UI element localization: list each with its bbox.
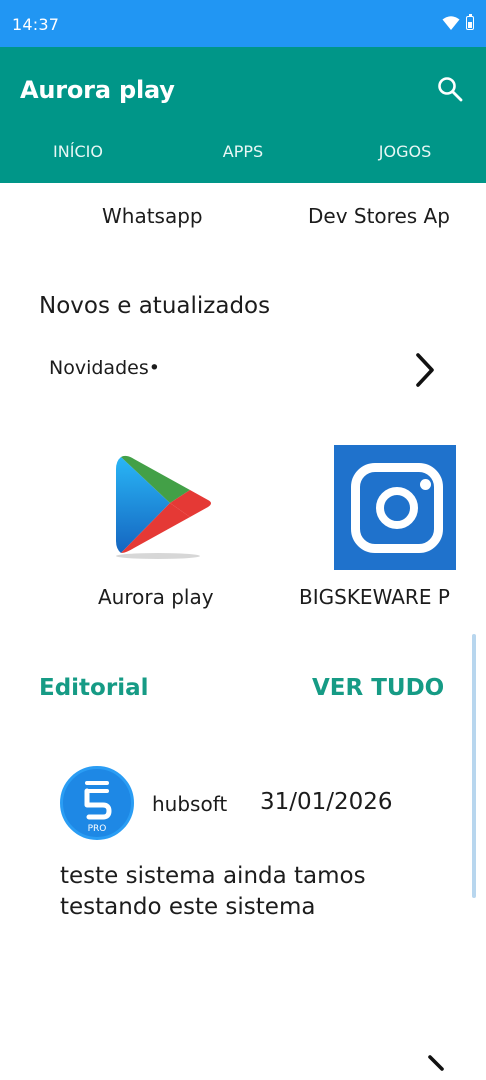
wifi-icon [442, 16, 460, 30]
app-title: Aurora play [20, 76, 175, 104]
chevron-right-icon[interactable] [410, 350, 440, 390]
tab-inicio[interactable]: INÍCIO [18, 142, 138, 161]
post-date: 31/01/2026 [260, 789, 393, 815]
post-author: hubsoft [152, 792, 228, 816]
status-icons [442, 14, 474, 30]
tab-bar: INÍCIO APPS JOGOS [0, 142, 486, 166]
scrollbar[interactable] [472, 634, 476, 898]
main-content: Whatsapp Dev Stores Ap Novos e atualizad… [10, 183, 474, 1080]
avatar-label: PRO [88, 824, 107, 834]
subheader-news: Novidades• [49, 357, 160, 379]
tab-apps[interactable]: APPS [183, 142, 303, 161]
app-bar: Aurora play INÍCIO APPS JOGOS [0, 47, 486, 183]
status-bar: 14:37 [0, 0, 486, 47]
tab-jogos[interactable]: JOGOS [345, 142, 465, 161]
avatar: PRO [60, 766, 134, 840]
hubsoft-logo-icon: PRO [84, 781, 112, 834]
instagram-logo-icon[interactable] [334, 445, 474, 570]
chevron-right-icon-partial[interactable] [422, 1053, 452, 1080]
see-all-button[interactable]: VER TUDO [312, 675, 444, 701]
battery-icon [466, 14, 474, 30]
status-time: 14:37 [12, 15, 60, 34]
google-play-logo-icon[interactable] [96, 445, 221, 560]
search-icon[interactable] [436, 75, 464, 103]
section-title-editorial: Editorial [39, 675, 149, 701]
app-name-bigskeware[interactable]: BIGSKEWARE P [299, 585, 474, 609]
section-title-new: Novos e atualizados [39, 293, 271, 319]
app-name-whatsapp[interactable]: Whatsapp [102, 204, 203, 228]
app-name-dev-stores[interactable]: Dev Stores Ap [308, 204, 474, 228]
post-body[interactable]: teste sistema ainda tamos testando este … [60, 861, 400, 923]
app-name-aurora[interactable]: Aurora play [98, 585, 214, 609]
